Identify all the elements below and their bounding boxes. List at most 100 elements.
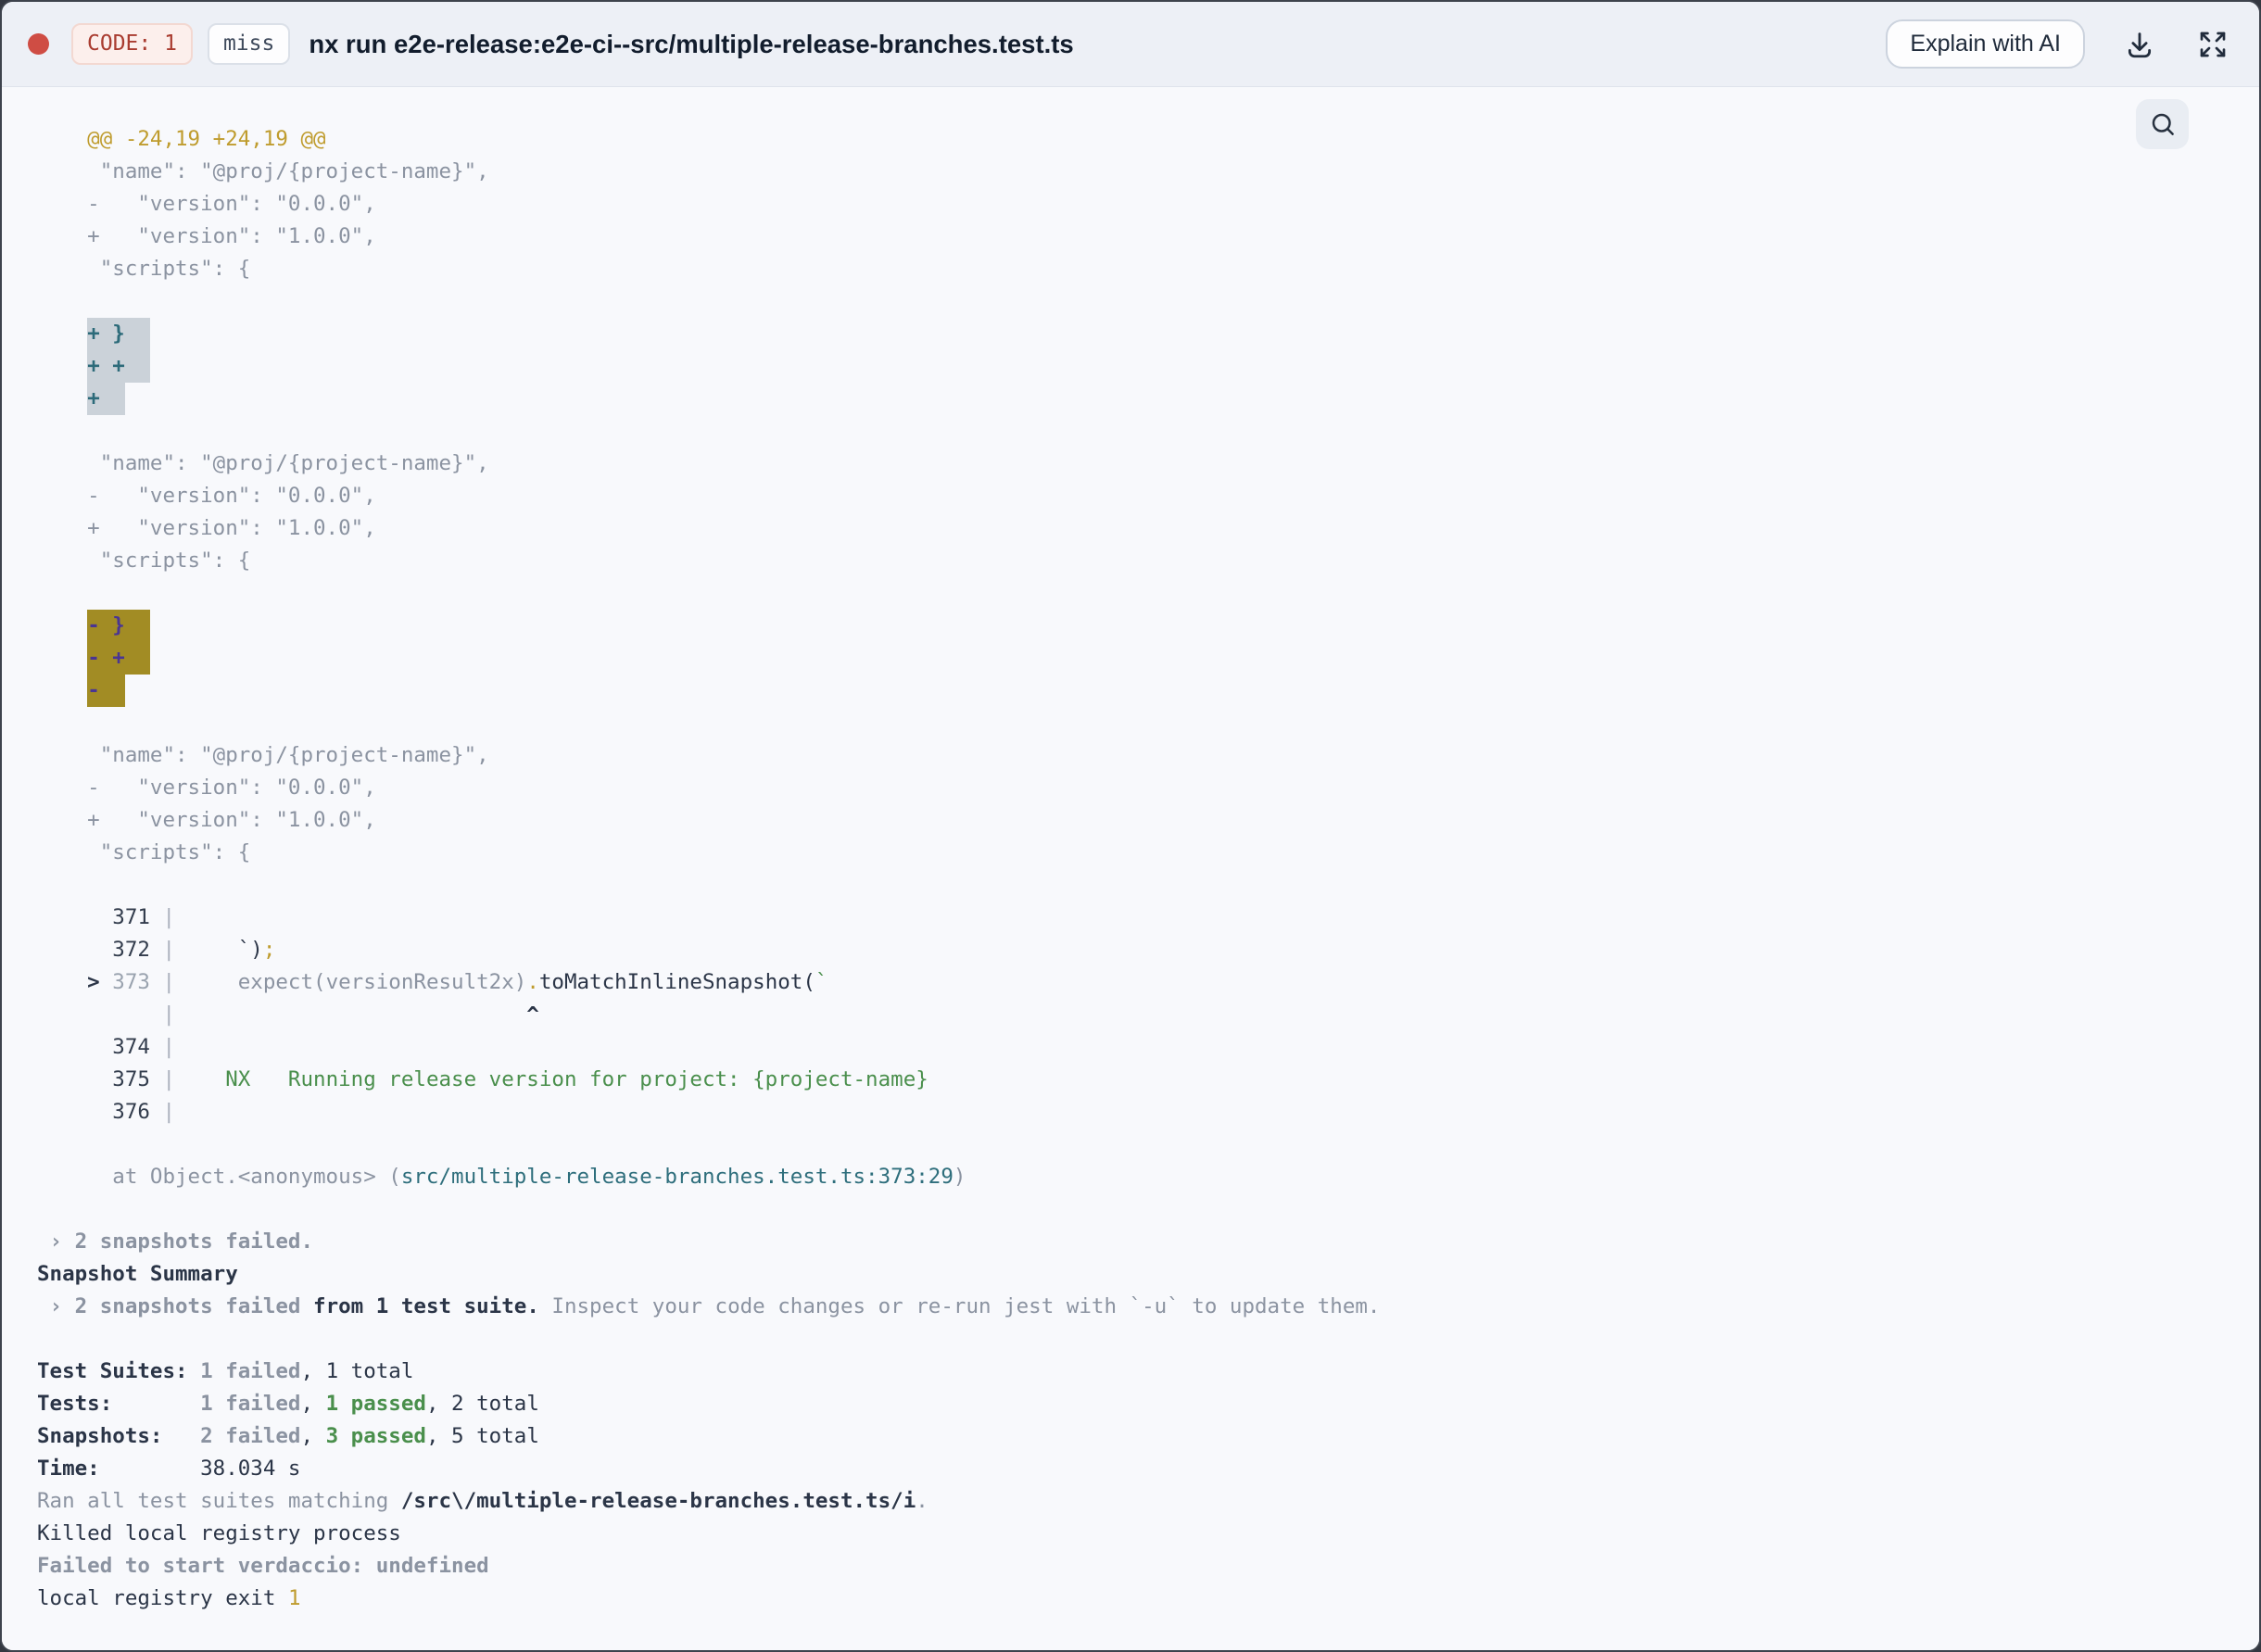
- terminal-line: "name": "@proj/{project-name}",: [37, 739, 2231, 772]
- terminal-segment: +: [87, 383, 125, 415]
- task-title: nx run e2e-release:e2e-ci--src/multiple-…: [309, 29, 1074, 58]
- terminal-segment: Snapshot Summary: [37, 1262, 238, 1286]
- terminal-output: @@ -24,19 +24,19 @@ "name": "@proj/{proj…: [2, 87, 2259, 1650]
- terminal-segment: [37, 322, 87, 346]
- terminal-segment: 1 failed: [200, 1392, 301, 1416]
- terminal-segment: .: [916, 1489, 928, 1513]
- terminal-segment: - +: [87, 642, 150, 675]
- terminal-segment: local registry exit: [37, 1586, 288, 1610]
- terminal-segment: , 1 total: [300, 1359, 414, 1383]
- terminal-segment: src/multiple-release-branches.test.ts:37…: [400, 1165, 954, 1189]
- terminal-segment: Snapshots:: [37, 1424, 201, 1448]
- terminal-segment: "scripts": {: [37, 257, 251, 281]
- terminal-segment: "name": "@proj/{project-name}",: [37, 451, 489, 475]
- terminal-segment: |: [149, 1100, 176, 1124]
- terminal-segment: |: [149, 938, 176, 962]
- terminal-segment: 374: [37, 1035, 150, 1059]
- terminal-segment: 375: [37, 1067, 150, 1091]
- terminal-line: Ran all test suites matching /src\/multi…: [37, 1485, 2231, 1518]
- terminal-line: - "version": "0.0.0",: [37, 188, 2231, 221]
- terminal-segment: ;: [262, 938, 276, 962]
- terminal-segment: "name": "@proj/{project-name}",: [37, 743, 489, 767]
- search-log-button[interactable]: [2136, 99, 2189, 149]
- terminal-segment: ,: [300, 1392, 326, 1416]
- terminal-segment: /src\/multiple-release-branches.test.ts/…: [400, 1489, 916, 1513]
- terminal-line: > 373 | expect(versionResult2x).toMatchI…: [37, 966, 2231, 999]
- terminal-segment: Failed to start verdaccio: undefined: [37, 1554, 489, 1578]
- terminal-segment: |: [149, 905, 176, 929]
- terminal-segment: + +: [87, 350, 150, 383]
- terminal-line: + "version": "1.0.0",: [37, 804, 2231, 837]
- terminal-segment: Time:: [37, 1457, 201, 1481]
- terminal-segment: - "version": "0.0.0",: [37, 484, 376, 508]
- fullscreen-button[interactable]: [2198, 30, 2228, 59]
- terminal-segment: 1 failed: [200, 1359, 301, 1383]
- terminal-segment: `): [175, 938, 263, 962]
- terminal-segment: at Object.<anonymous> (: [37, 1165, 401, 1189]
- terminal-segment: Ran all test suites matching: [37, 1489, 401, 1513]
- terminal-line: Killed local registry process: [37, 1518, 2231, 1550]
- exit-code-badge: CODE: 1: [71, 23, 193, 65]
- terminal-line: "name": "@proj/{project-name}",: [37, 448, 2231, 480]
- terminal-segment: + "version": "1.0.0",: [37, 224, 376, 248]
- terminal-line: - }: [37, 610, 2231, 642]
- terminal-segment: NX Running release version for project: …: [175, 1067, 928, 1091]
- terminal-line: "scripts": {: [37, 837, 2231, 869]
- terminal-segment: ): [953, 1165, 966, 1189]
- terminal-line: 375 | NX Running release version for pro…: [37, 1064, 2231, 1096]
- terminal-segment: |: [149, 1035, 176, 1059]
- terminal-segment: ,: [300, 1424, 326, 1448]
- terminal-segment: 376: [37, 1100, 150, 1124]
- terminal-segment: 372: [37, 938, 150, 962]
- terminal-line: - "version": "0.0.0",: [37, 772, 2231, 804]
- terminal-segment: 373: [112, 970, 150, 994]
- terminal-line: Snapshot Summary: [37, 1258, 2231, 1291]
- header-actions: Explain with AI: [1886, 19, 2233, 69]
- terminal-segment: "name": "@proj/{project-name}",: [37, 159, 489, 183]
- terminal-line: 374 |: [37, 1031, 2231, 1064]
- terminal-segment: 2 failed: [200, 1424, 301, 1448]
- terminal-segment: from 1 test suite.: [300, 1294, 539, 1318]
- terminal-segment: "scripts": {: [37, 840, 251, 864]
- download-log-button[interactable]: [2124, 29, 2155, 60]
- download-icon: [2124, 29, 2155, 60]
- terminal-segment: Tests:: [37, 1392, 201, 1416]
- terminal-segment: , 2 total: [425, 1392, 539, 1416]
- terminal-segment: 3 passed: [325, 1424, 426, 1448]
- terminal-line: "scripts": {: [37, 545, 2231, 577]
- terminal-segment: -: [87, 675, 125, 707]
- terminal-segment: .: [526, 970, 539, 994]
- terminal-segment: - "version": "0.0.0",: [37, 776, 376, 800]
- terminal-line: "name": "@proj/{project-name}",: [37, 156, 2231, 188]
- expand-icon: [2198, 30, 2228, 59]
- terminal-line: + "version": "1.0.0",: [37, 221, 2231, 253]
- terminal-segment: `: [815, 970, 828, 994]
- terminal-line: -: [37, 675, 2231, 707]
- terminal-line: Failed to start verdaccio: undefined: [37, 1550, 2231, 1583]
- terminal-segment: [37, 386, 87, 410]
- terminal-segment: toMatchInlineSnapshot(: [538, 970, 815, 994]
- terminal-line: Snapshots: 2 failed, 3 passed, 5 total: [37, 1420, 2231, 1453]
- failed-status-dot-icon: [28, 33, 49, 55]
- cache-miss-badge: miss: [207, 23, 291, 65]
- terminal-segment: 1 passed: [325, 1392, 426, 1416]
- terminal-line: Test Suites: 1 failed, 1 total: [37, 1356, 2231, 1388]
- explain-with-ai-button[interactable]: Explain with AI: [1886, 19, 2085, 69]
- terminal-segment: 371: [37, 905, 150, 929]
- terminal-line: + +: [37, 350, 2231, 383]
- terminal-line: "scripts": {: [37, 253, 2231, 285]
- terminal-segment: Inspect your code changes or re-run jest…: [538, 1294, 1381, 1318]
- terminal-line: 372 | `);: [37, 934, 2231, 966]
- terminal-line: Time: 38.034 s: [37, 1453, 2231, 1485]
- task-output-window: CODE: 1 miss nx run e2e-release:e2e-ci--…: [0, 0, 2261, 1652]
- terminal-segment: [37, 678, 87, 702]
- terminal-line: › 2 snapshots failed from 1 test suite. …: [37, 1291, 2231, 1323]
- terminal-line: 371 |: [37, 902, 2231, 934]
- log-content-area: @@ -24,19 +24,19 @@ "name": "@proj/{proj…: [2, 87, 2259, 1650]
- terminal-segment: "scripts": {: [37, 549, 251, 573]
- terminal-line: at Object.<anonymous> (src/multiple-rele…: [37, 1161, 2231, 1193]
- terminal-segment: + }: [87, 318, 150, 350]
